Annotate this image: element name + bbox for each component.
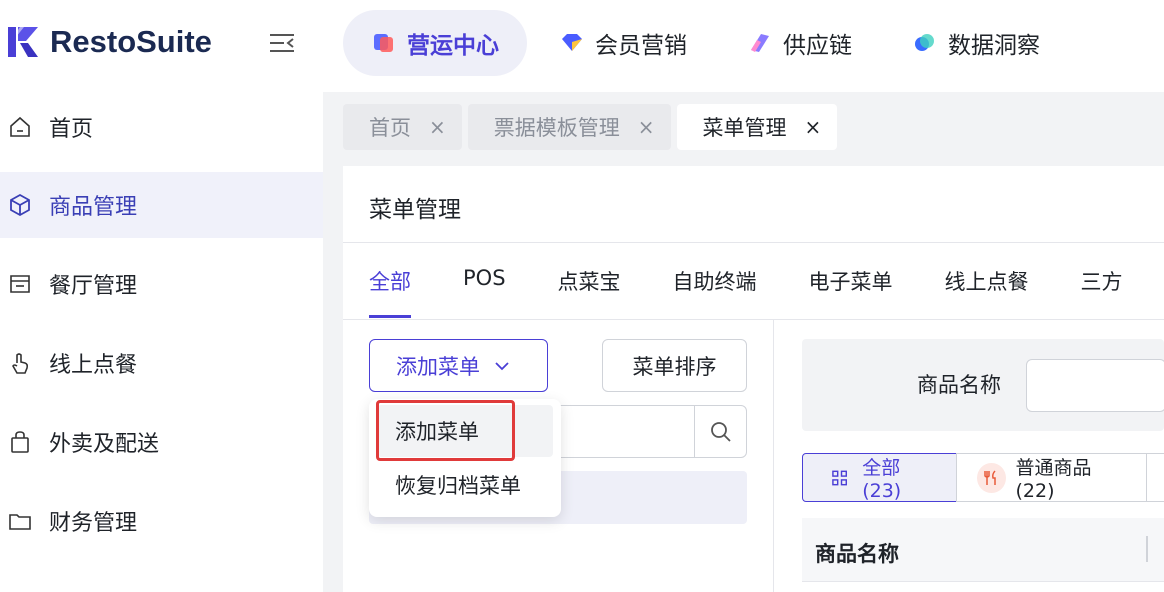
sort-menu-button[interactable]: 菜单排序 bbox=[602, 339, 747, 392]
sidebar: 首页 商品管理 餐厅管理 线上点餐 外卖及配送 财务管理 bbox=[0, 92, 323, 592]
page-tab-home[interactable]: 首页 × bbox=[343, 104, 462, 150]
topnav-label: 营运中心 bbox=[407, 33, 499, 59]
category-all[interactable]: 全部(23) bbox=[802, 453, 957, 502]
menu-management-card: 菜单管理 全部 POS 点菜宝 自助终端 电子菜单 线上点餐 三方 添加菜单 菜… bbox=[343, 166, 1164, 592]
category-label: 普通商品(22) bbox=[1015, 457, 1092, 502]
page-tab-menu-management[interactable]: 菜单管理 × bbox=[676, 104, 838, 150]
sidebar-item-label: 首页 bbox=[49, 117, 94, 142]
category-next[interactable] bbox=[1145, 453, 1164, 502]
filter-panel: 商品名称 bbox=[802, 339, 1164, 431]
column-separator[interactable] bbox=[1146, 536, 1148, 562]
top-header: RestoSuite 营运中心 会员营销 供应链 数据洞察 bbox=[0, 0, 1164, 92]
tab-all[interactable]: 全部 bbox=[369, 266, 411, 318]
topnav-data-insight[interactable]: 数据洞察 bbox=[884, 10, 1068, 76]
table-header: 商品名称 bbox=[802, 518, 1164, 582]
divider bbox=[343, 242, 1164, 243]
cube-icon bbox=[10, 193, 30, 217]
sidebar-item-finance[interactable]: 财务管理 bbox=[0, 488, 323, 554]
page-tab-label: 票据模板管理 bbox=[493, 116, 620, 140]
sidebar-item-restaurant-management[interactable]: 餐厅管理 bbox=[0, 251, 323, 317]
page-title: 菜单管理 bbox=[369, 197, 461, 223]
panel-separator bbox=[773, 320, 774, 592]
tab-dianchaibao[interactable]: 点菜宝 bbox=[558, 266, 621, 318]
search-button[interactable] bbox=[694, 406, 746, 457]
dropdown-item-add-menu[interactable]: 添加菜单 bbox=[377, 405, 553, 457]
app-logo[interactable]: RestoSuite bbox=[6, 24, 212, 60]
close-icon[interactable]: × bbox=[638, 115, 655, 139]
search-icon bbox=[710, 421, 731, 442]
sidebar-item-label: 商品管理 bbox=[49, 195, 138, 220]
add-menu-dropdown-button[interactable]: 添加菜单 bbox=[369, 339, 548, 392]
topnav-operations-center[interactable]: 营运中心 bbox=[343, 10, 527, 76]
sidebar-item-product-management[interactable]: 商品管理 bbox=[0, 172, 323, 238]
sidebar-item-delivery[interactable]: 外卖及配送 bbox=[0, 409, 323, 475]
operations-icon bbox=[374, 34, 393, 52]
sidebar-item-label: 财务管理 bbox=[49, 511, 138, 536]
page-tab-receipt-templates[interactable]: 票据模板管理 × bbox=[467, 104, 671, 150]
sidebar-item-home[interactable]: 首页 bbox=[0, 94, 323, 160]
column-header-product-name: 商品名称 bbox=[815, 542, 899, 566]
hand-pointer-icon bbox=[12, 353, 29, 374]
tab-kiosk[interactable]: 自助终端 bbox=[673, 266, 757, 318]
topnav-label: 供应链 bbox=[783, 33, 852, 59]
topnav-supply-chain[interactable]: 供应链 bbox=[719, 10, 880, 76]
supply-chain-icon bbox=[751, 34, 769, 52]
bag-icon bbox=[11, 431, 29, 453]
category-label: 全部(23) bbox=[862, 457, 902, 502]
page-tab-label: 首页 bbox=[369, 116, 411, 140]
data-insight-icon bbox=[915, 34, 934, 51]
collapse-menu-icon[interactable] bbox=[268, 32, 296, 54]
tab-third-party[interactable]: 三方 bbox=[1081, 266, 1123, 318]
cutlery-icon bbox=[976, 462, 1006, 493]
restosuite-logo-icon bbox=[8, 27, 38, 57]
home-icon bbox=[10, 116, 30, 137]
topnav-label: 会员营销 bbox=[595, 33, 687, 59]
sidebar-item-label: 线上点餐 bbox=[49, 353, 138, 378]
page-tabs: 首页 × 票据模板管理 × 菜单管理 × bbox=[343, 104, 843, 150]
tab-pos[interactable]: POS bbox=[463, 266, 506, 318]
main-content: 首页 × 票据模板管理 × 菜单管理 × 菜单管理 全部 POS 点菜宝 自助终… bbox=[323, 92, 1164, 592]
product-name-label: 商品名称 bbox=[917, 373, 1001, 397]
topnav-member-marketing[interactable]: 会员营销 bbox=[531, 10, 715, 76]
marketing-icon bbox=[562, 34, 582, 51]
product-name-input[interactable] bbox=[1026, 359, 1164, 412]
page-tab-label: 菜单管理 bbox=[702, 116, 787, 140]
top-navigation: 营运中心 会员营销 供应链 数据洞察 bbox=[343, 10, 1072, 76]
app-name: RestoSuite bbox=[50, 24, 212, 59]
chevron-down-icon bbox=[495, 361, 509, 370]
add-menu-dropdown: 添加菜单 恢复归档菜单 bbox=[369, 399, 561, 517]
close-icon[interactable]: × bbox=[805, 115, 822, 139]
sidebar-item-online-ordering[interactable]: 线上点餐 bbox=[0, 330, 323, 396]
store-icon bbox=[10, 275, 30, 293]
grid-icon bbox=[832, 470, 847, 485]
tab-online-ordering[interactable]: 线上点餐 bbox=[945, 266, 1029, 318]
category-regular-products[interactable]: 普通商品(22) bbox=[955, 453, 1147, 502]
sidebar-item-label: 外卖及配送 bbox=[49, 432, 160, 457]
divider bbox=[343, 319, 1164, 320]
close-icon[interactable]: × bbox=[429, 115, 446, 139]
topnav-label: 数据洞察 bbox=[948, 33, 1040, 59]
category-tabs: 全部(23) 普通商品(22) bbox=[802, 453, 1164, 502]
dropdown-item-restore-archived-menu[interactable]: 恢复归档菜单 bbox=[377, 459, 553, 511]
channel-tabs: 全部 POS 点菜宝 自助终端 电子菜单 线上点餐 三方 bbox=[369, 266, 1164, 318]
add-menu-label: 添加菜单 bbox=[396, 354, 480, 379]
sidebar-item-label: 餐厅管理 bbox=[49, 274, 138, 299]
folder-icon bbox=[9, 514, 31, 530]
tab-e-menu[interactable]: 电子菜单 bbox=[809, 266, 893, 318]
